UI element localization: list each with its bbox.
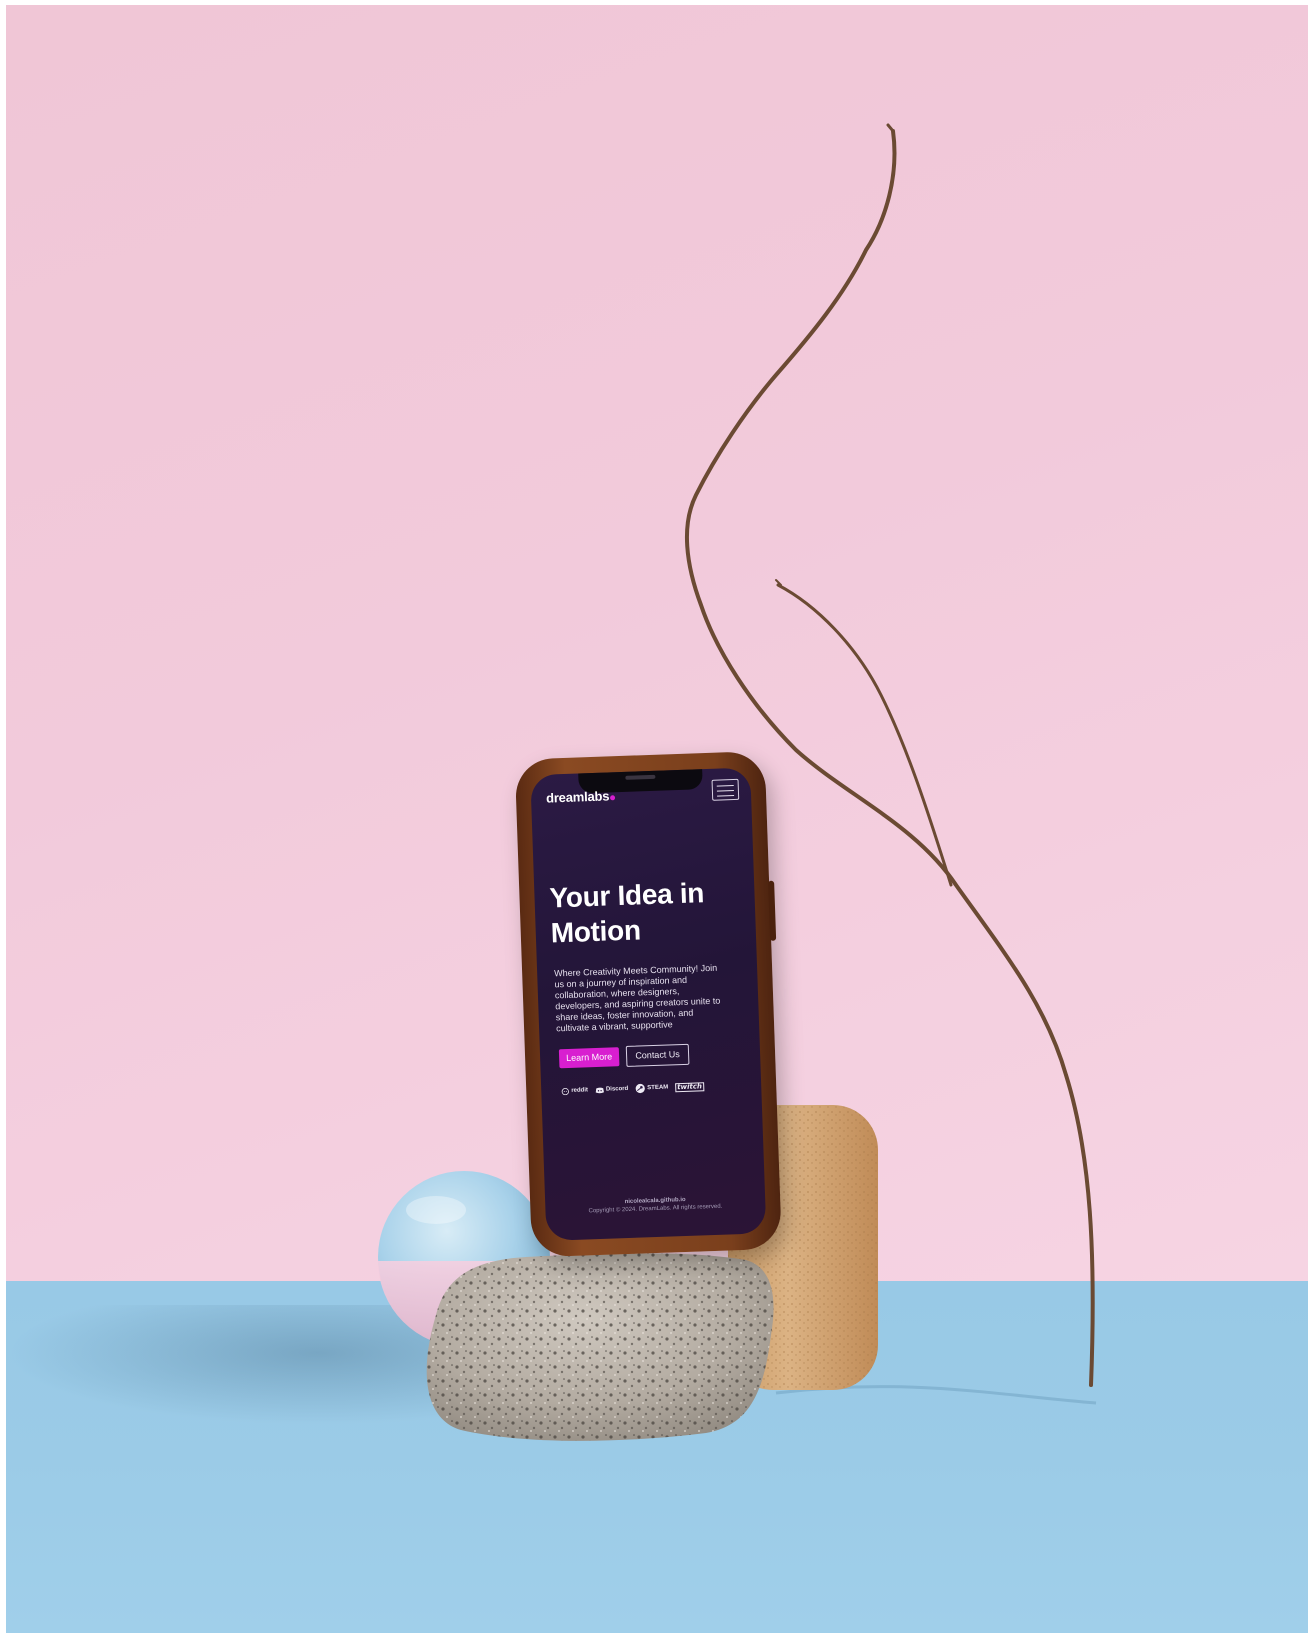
partner-twitch: twitch [675, 1081, 705, 1092]
phone-screen: dreamlabs Your Idea in Motion Where Crea… [530, 767, 767, 1241]
contact-us-button[interactable]: Contact Us [625, 1043, 690, 1067]
granite-rock [426, 1253, 774, 1441]
brand-name: dreamlabs [545, 788, 610, 806]
brand-dot-icon [610, 795, 616, 801]
speaker-grille [625, 774, 656, 780]
hero-description: Where Creativity Meets Community! Join u… [554, 962, 721, 1034]
discord-icon [595, 1087, 604, 1093]
smartphone: dreamlabs Your Idea in Motion Where Crea… [514, 750, 782, 1258]
product-scene: dreamlabs Your Idea in Motion Where Crea… [6, 5, 1308, 1633]
partner-discord: Discord [595, 1085, 629, 1093]
learn-more-button[interactable]: Learn More [558, 1047, 620, 1069]
hamburger-icon-line [717, 795, 735, 797]
partner-logos: reddit Discord STEAM twitch [561, 1078, 731, 1098]
steam-icon [635, 1083, 645, 1094]
reddit-icon [561, 1088, 569, 1096]
partner-reddit: reddit [561, 1086, 588, 1096]
hamburger-icon-line [716, 790, 734, 792]
brand-logo[interactable]: dreamlabs [545, 788, 616, 806]
hero-title: Your Idea in Motion [549, 877, 705, 949]
partner-steam: STEAM [635, 1083, 668, 1094]
twitch-icon: twitch [675, 1081, 705, 1092]
hamburger-icon-line [716, 785, 734, 787]
menu-button[interactable] [711, 778, 740, 801]
